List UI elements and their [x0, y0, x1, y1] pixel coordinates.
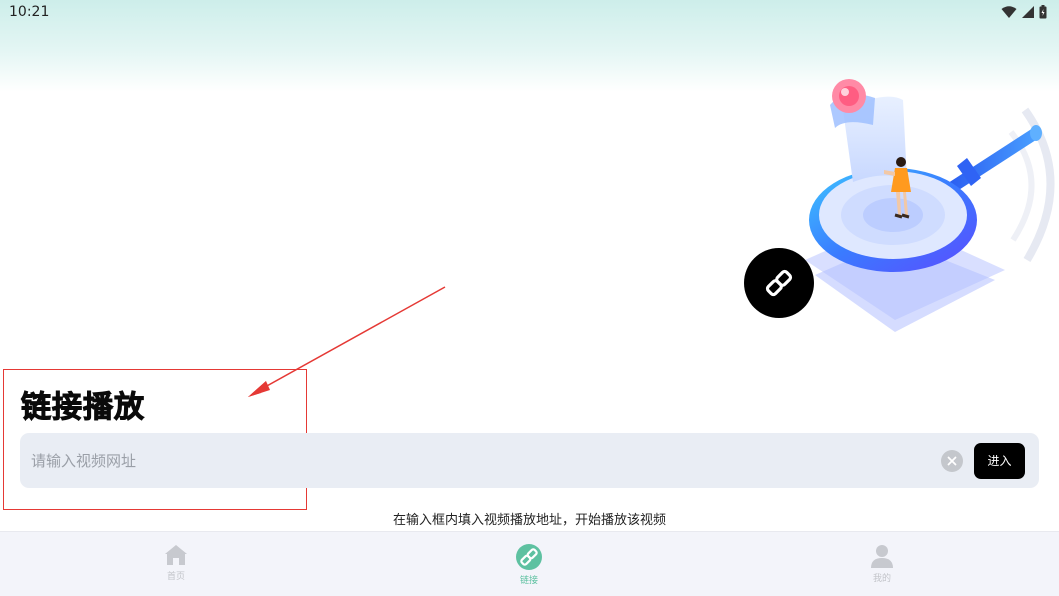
cell-signal-icon [1022, 6, 1034, 18]
clear-button[interactable] [941, 449, 963, 472]
user-icon [871, 545, 893, 568]
link-icon [516, 544, 542, 570]
nav-item-mine[interactable]: 我的 [822, 532, 942, 596]
link-badge [744, 248, 814, 318]
hint-text: 在输入框内填入视频播放地址，开始播放该视频 [392, 513, 666, 528]
enter-button[interactable]: 进入 [974, 442, 1025, 479]
chain-link-icon [765, 269, 793, 297]
url-input-bar: 进入 [20, 433, 1039, 488]
nav-label-link: 链接 [519, 576, 538, 586]
page-title: 链接播放 [21, 390, 145, 426]
nav-label-mine: 我的 [872, 574, 891, 584]
battery-icon [1039, 5, 1047, 19]
bottom-nav: 首页 链接 我的 [0, 531, 1059, 596]
url-input[interactable] [20, 433, 941, 488]
home-icon [165, 545, 187, 565]
nav-item-home[interactable]: 首页 [116, 532, 236, 596]
wifi-icon [1001, 5, 1017, 18]
nav-label-home: 首页 [166, 572, 185, 582]
status-time: 10:21 [9, 4, 50, 20]
nav-item-link[interactable]: 链接 [469, 532, 589, 596]
close-icon [947, 456, 957, 465]
status-bar: 10:21 [0, 0, 1059, 24]
status-icons [1001, 5, 1047, 19]
